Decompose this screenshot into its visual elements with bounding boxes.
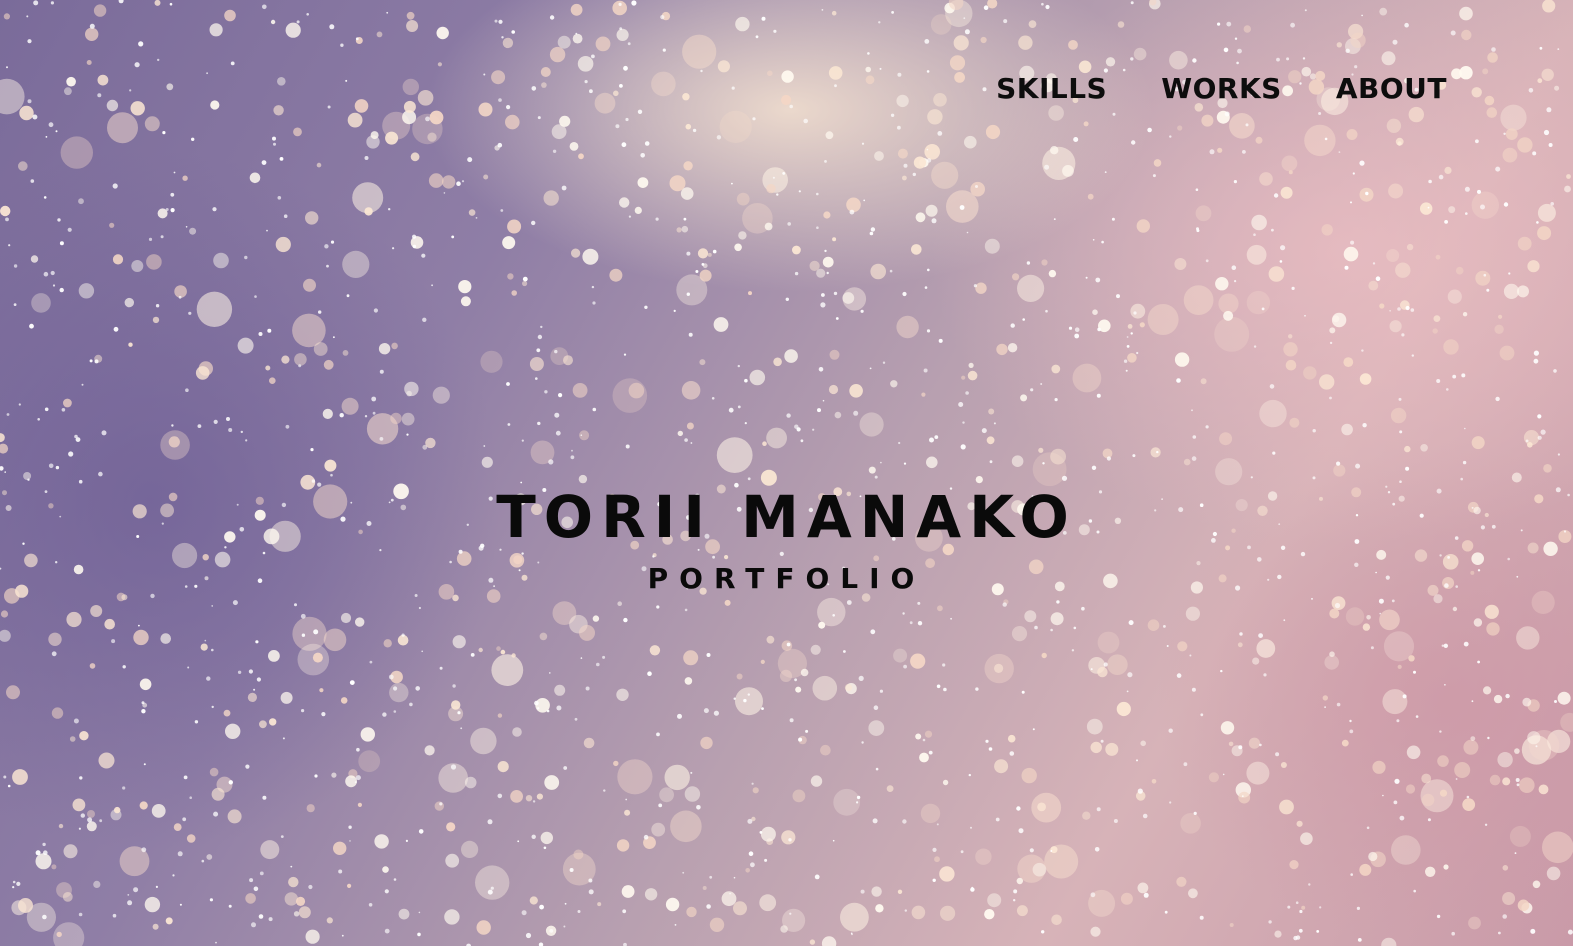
hero-title: TORII MANAKO	[496, 483, 1077, 551]
nav-works-link[interactable]: WORKS	[1161, 72, 1282, 105]
nav-skills-link[interactable]: SKILLS	[996, 72, 1107, 105]
hero-subtitle: PORTFOLIO	[647, 562, 926, 595]
main-nav: SKILLS WORKS ABOUT	[996, 72, 1447, 105]
hero-title-block: TORII MANAKO PORTFOLIO	[0, 482, 1573, 596]
nav-about-link[interactable]: ABOUT	[1336, 72, 1447, 105]
hero-background	[0, 0, 1573, 946]
bokeh-background-image	[0, 0, 1573, 946]
